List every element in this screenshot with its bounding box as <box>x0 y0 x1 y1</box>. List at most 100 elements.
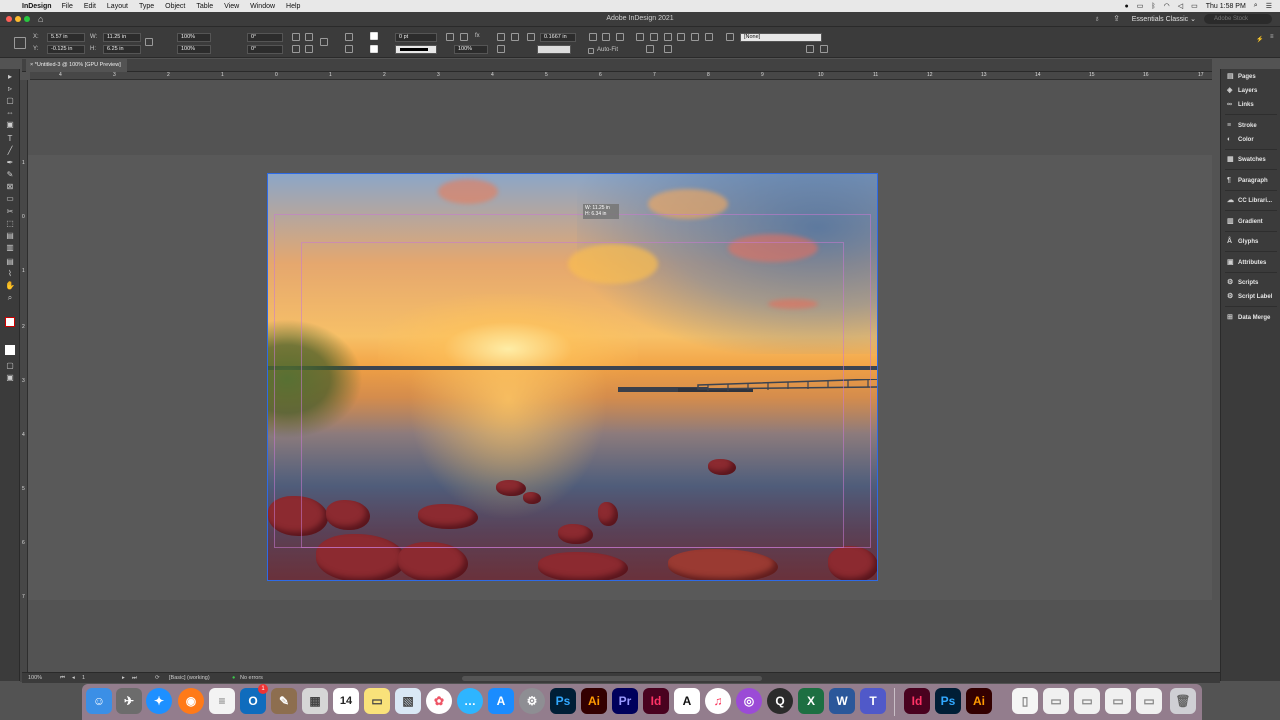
object-style-icon[interactable] <box>726 33 734 41</box>
first-page-icon[interactable]: ⏮ <box>60 675 65 682</box>
preflight-profile[interactable]: [Basic] (working) <box>169 675 210 681</box>
panel-paragraph[interactable]: ¶ Paragraph <box>1227 177 1268 184</box>
workspace-switcher[interactable]: Essentials Classic ⌄ <box>1132 15 1196 23</box>
placed-image-frame[interactable] <box>267 173 878 581</box>
safari-icon[interactable]: ✦ <box>146 688 172 714</box>
share-icon[interactable]: ⇪ <box>1113 14 1120 23</box>
distribute-top-icon[interactable] <box>646 45 654 53</box>
indesign-icon[interactable]: Id <box>643 688 669 714</box>
align-bottom-icon[interactable] <box>705 33 713 41</box>
rotate-90-ccw-icon[interactable] <box>305 33 313 41</box>
battery-icon[interactable]: ▭ <box>1191 2 1198 10</box>
gap-tool-icon[interactable]: ⇔ <box>5 108 15 118</box>
gap-icon[interactable] <box>527 33 535 41</box>
align-middle-icon[interactable] <box>691 33 699 41</box>
panel-data-merge[interactable]: ⊞ Data Merge <box>1227 314 1270 321</box>
align-center-icon[interactable] <box>602 33 610 41</box>
select-container-icon[interactable] <box>345 33 353 41</box>
align-right-icon[interactable] <box>616 33 624 41</box>
content-collector-icon[interactable]: ▣ <box>5 120 15 130</box>
preflight-icon[interactable]: ⟳ <box>155 675 160 681</box>
lightbulb-icon[interactable]: ♁ <box>1094 14 1100 23</box>
menu-view[interactable]: View <box>224 3 239 10</box>
firefox-icon[interactable]: ◉ <box>178 688 204 714</box>
panel-pages[interactable]: ▤ Pages <box>1227 73 1256 80</box>
pen-tool-icon[interactable]: ✒ <box>5 158 15 168</box>
selection-tool-icon[interactable]: ▸ <box>5 72 15 82</box>
excel-icon[interactable]: X <box>798 688 824 714</box>
line-tool-icon[interactable]: ╱ <box>5 146 15 156</box>
menu-help[interactable]: Help <box>286 3 300 10</box>
textedit-icon[interactable]: ≡ <box>209 688 235 714</box>
hand-tool-icon[interactable]: ✋ <box>5 281 15 291</box>
stock-search-input[interactable]: Adobe Stock <box>1204 14 1272 24</box>
preflight-errors[interactable]: No errors <box>240 675 263 681</box>
horizontal-scrollbar[interactable] <box>462 676 762 681</box>
acrobat-icon[interactable]: A <box>674 688 700 714</box>
menu-edit[interactable]: Edit <box>84 3 96 10</box>
finder-icon[interactable]: ☺ <box>86 688 112 714</box>
w-field[interactable]: 11.25 in <box>103 33 141 42</box>
menu-window[interactable]: Window <box>250 3 275 10</box>
horizontal-ruler[interactable]: 4 3 2 1 0 1 2 3 4 5 6 7 8 9 10 11 12 13 … <box>30 72 1212 80</box>
pencil-tool-icon[interactable]: ✎ <box>5 170 15 180</box>
menu-table[interactable]: Table <box>196 3 213 10</box>
constrain-proportions-icon[interactable] <box>145 38 153 46</box>
panel-stroke[interactable]: ≡ Stroke <box>1227 122 1257 129</box>
trash-icon[interactable]: 🗑 <box>1170 688 1196 714</box>
menu-file[interactable]: File <box>62 3 73 10</box>
airplay-icon[interactable]: ▭ <box>1137 2 1144 10</box>
panel-glyphs[interactable]: Å Glyphs <box>1227 238 1258 245</box>
notes-icon[interactable]: ✎ <box>271 688 297 714</box>
flip-horizontal-icon[interactable] <box>292 45 300 53</box>
music-icon[interactable]: ♫ <box>705 688 731 714</box>
panel-layers[interactable]: ◈ Layers <box>1227 87 1257 94</box>
panel-scripts[interactable]: ⚙ Scripts <box>1227 279 1258 286</box>
free-transform-tool-icon[interactable]: ⬚ <box>5 219 15 229</box>
gradient-feather-tool-icon[interactable]: ▥ <box>5 243 15 253</box>
document-tab[interactable]: × *Untitled-3 @ 100% [GPU Preview] <box>26 59 127 72</box>
x-field[interactable]: 5.57 in <box>47 33 85 42</box>
panel-attributes[interactable]: ▣ Attributes <box>1227 259 1266 266</box>
opacity-field[interactable]: 100% <box>454 45 488 54</box>
y-field[interactable]: -0.125 in <box>47 45 85 54</box>
photoshop-icon[interactable]: Ps <box>550 688 576 714</box>
next-page-icon[interactable]: ▸ <box>122 675 125 681</box>
note-tool-icon[interactable]: ▤ <box>5 257 15 267</box>
panel-links[interactable]: ∞ Links <box>1227 101 1254 108</box>
menu-object[interactable]: Object <box>165 3 185 10</box>
drop-shadow-icon[interactable] <box>446 33 454 41</box>
rectangle-frame-tool-icon[interactable]: ⊠ <box>5 182 15 192</box>
object-style-select[interactable]: [None] <box>740 33 822 42</box>
stroke-weight-field[interactable]: 0 pt <box>395 33 437 42</box>
scissors-tool-icon[interactable]: ✂ <box>5 207 15 217</box>
text-wrap-icon[interactable] <box>497 33 505 41</box>
control-center-icon[interactable]: ☰ <box>1266 2 1272 10</box>
fill-stroke-icon[interactable] <box>5 317 15 327</box>
stickies-icon[interactable]: ▭ <box>364 688 390 714</box>
preview-mode-icon[interactable]: ▣ <box>5 373 15 383</box>
panel-menu-icon[interactable]: ≡ <box>1270 34 1274 40</box>
calculator-icon[interactable]: ▦ <box>302 688 328 714</box>
photos-icon[interactable]: ✿ <box>426 688 452 714</box>
zoom-level[interactable]: 100% <box>28 675 42 681</box>
rotate-90-cw-icon[interactable] <box>292 33 300 41</box>
app-store-icon[interactable]: A <box>488 688 514 714</box>
align-top-icon[interactable] <box>677 33 685 41</box>
apply-none-icon[interactable] <box>5 345 15 355</box>
files-stack-icon[interactable]: ▭ <box>1043 688 1069 714</box>
panel-cc-libraries[interactable]: ☁ CC Librari... <box>1227 197 1272 204</box>
preview-icon[interactable]: ▧ <box>395 688 421 714</box>
illustrator-document-icon[interactable]: Ai <box>966 688 992 714</box>
direct-selection-tool-icon[interactable]: ▹ <box>5 84 15 94</box>
menu-layout[interactable]: Layout <box>107 3 128 10</box>
scale-y-field[interactable]: 100% <box>177 45 211 54</box>
distribute-middle-icon[interactable] <box>664 45 672 53</box>
word-icon[interactable]: W <box>829 688 855 714</box>
volume-icon[interactable]: ◁ <box>1178 2 1183 10</box>
premiere-pro-icon[interactable]: Pr <box>612 688 638 714</box>
last-page-icon[interactable]: ⏭ <box>132 675 137 682</box>
type-tool-icon[interactable]: T <box>5 134 15 144</box>
screen-mode-icon[interactable]: ▢ <box>5 361 15 371</box>
page-tool-icon[interactable]: ▢ <box>5 96 15 106</box>
